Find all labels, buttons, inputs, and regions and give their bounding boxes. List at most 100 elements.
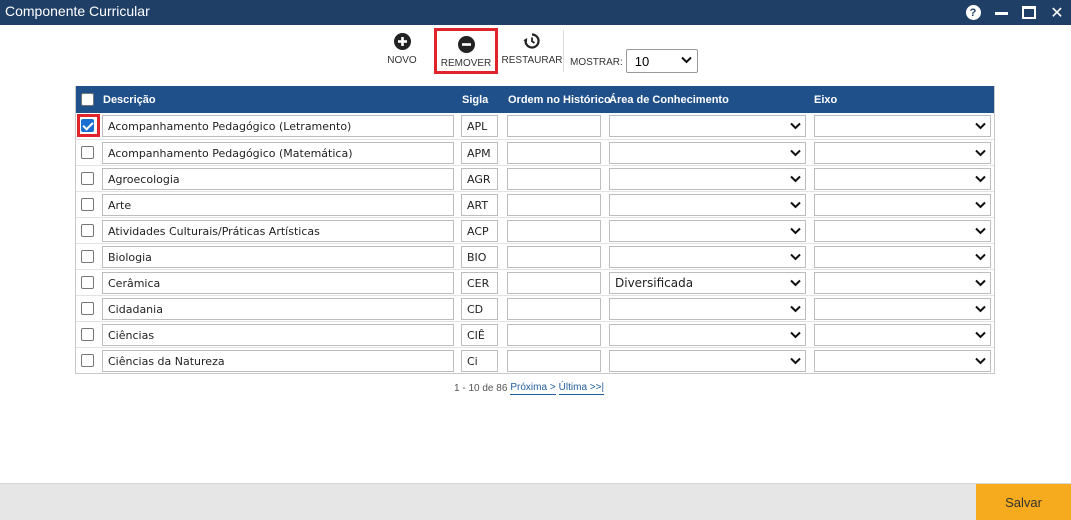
row-checkbox[interactable] bbox=[81, 302, 94, 315]
pagination: 1 - 10 de 86 Próxima > Última >>| bbox=[454, 382, 605, 395]
close-button[interactable]: ✕ bbox=[1043, 0, 1071, 25]
sigla-input[interactable]: CD bbox=[461, 298, 498, 320]
descricao-input[interactable]: Ciências da Natureza bbox=[102, 350, 454, 372]
sigla-input[interactable]: APL bbox=[461, 115, 498, 137]
table-row: Biologia BIO bbox=[76, 243, 994, 269]
ordem-input[interactable] bbox=[507, 220, 601, 242]
chevron-down-icon bbox=[975, 305, 986, 313]
maximize-icon bbox=[1022, 6, 1036, 19]
descricao-input[interactable]: Cerâmica bbox=[102, 272, 454, 294]
ordem-input[interactable] bbox=[507, 142, 601, 164]
eixo-select[interactable] bbox=[814, 272, 991, 294]
remove-circle-icon bbox=[457, 35, 475, 53]
chevron-down-icon bbox=[975, 279, 986, 287]
table-row: Cidadania CD bbox=[76, 295, 994, 321]
sigla-input[interactable]: ART bbox=[461, 194, 498, 216]
sigla-input[interactable]: AGR bbox=[461, 168, 498, 190]
table-row: Acompanhamento Pedagógico (Matemática) AP… bbox=[76, 139, 994, 165]
eixo-select[interactable] bbox=[814, 298, 991, 320]
select-all-checkbox[interactable] bbox=[81, 93, 94, 106]
table-row: Ciências CIÊ bbox=[76, 321, 994, 347]
eixo-select[interactable] bbox=[814, 350, 991, 372]
descricao-input[interactable]: Acompanhamento Pedagógico (Matemática) bbox=[102, 142, 454, 164]
eixo-select[interactable] bbox=[814, 115, 991, 137]
chevron-down-icon bbox=[975, 357, 986, 365]
help-button[interactable]: ? bbox=[959, 0, 987, 25]
maximize-button[interactable] bbox=[1015, 0, 1043, 25]
row-checkbox[interactable] bbox=[81, 328, 94, 341]
descricao-input[interactable]: Agroecologia bbox=[102, 168, 454, 190]
chevron-down-icon bbox=[975, 227, 986, 235]
row-checkbox[interactable] bbox=[81, 276, 94, 289]
eixo-select[interactable] bbox=[814, 194, 991, 216]
ordem-input[interactable] bbox=[507, 168, 601, 190]
row-checkbox[interactable] bbox=[81, 250, 94, 263]
chevron-down-icon bbox=[975, 331, 986, 339]
mostrar-label: MOSTRAR: bbox=[570, 56, 623, 68]
row-checkbox[interactable] bbox=[81, 146, 94, 159]
save-button[interactable]: Salvar bbox=[976, 484, 1071, 520]
area-select[interactable] bbox=[609, 324, 806, 346]
descricao-input[interactable]: Cidadania bbox=[102, 298, 454, 320]
remover-button[interactable]: REMOVER bbox=[434, 28, 498, 74]
page-size-value: 10 bbox=[634, 53, 650, 69]
page-size-select[interactable]: 10 bbox=[625, 49, 698, 73]
chevron-down-icon bbox=[975, 149, 986, 157]
row-checkbox[interactable] bbox=[81, 354, 94, 367]
table-row: Ciências da Natureza Ci bbox=[76, 347, 994, 373]
row-checkbox[interactable] bbox=[81, 119, 94, 132]
close-icon: ✕ bbox=[1050, 3, 1064, 22]
area-select[interactable] bbox=[609, 142, 806, 164]
area-select[interactable] bbox=[609, 246, 806, 268]
area-select[interactable] bbox=[609, 350, 806, 372]
descricao-input[interactable]: Atividades Culturais/Práticas Artísticas bbox=[102, 220, 454, 242]
eixo-select[interactable] bbox=[814, 246, 991, 268]
restaurar-button[interactable]: RESTAURAR bbox=[502, 30, 562, 66]
sigla-input[interactable]: ACP bbox=[461, 220, 498, 242]
eixo-select[interactable] bbox=[814, 324, 991, 346]
area-select[interactable] bbox=[609, 194, 806, 216]
ordem-input[interactable] bbox=[507, 324, 601, 346]
sigla-input[interactable]: APM bbox=[461, 142, 498, 164]
eixo-select[interactable] bbox=[814, 168, 991, 190]
row-checkbox[interactable] bbox=[81, 224, 94, 237]
last-page-link[interactable]: Última >>| bbox=[558, 382, 605, 395]
area-select[interactable] bbox=[609, 168, 806, 190]
ordem-input[interactable] bbox=[507, 194, 601, 216]
header-descricao: Descrição bbox=[103, 94, 156, 106]
descricao-input[interactable]: Acompanhamento Pedagógico (Letramento) bbox=[102, 115, 454, 137]
area-select[interactable] bbox=[609, 298, 806, 320]
novo-button[interactable]: NOVO bbox=[380, 30, 424, 66]
header-eixo: Eixo bbox=[814, 94, 838, 106]
table-header: Descrição Sigla Ordem no Histórico Área … bbox=[76, 86, 994, 113]
ordem-input[interactable] bbox=[507, 115, 601, 137]
window-title: Componente Curricular bbox=[5, 3, 150, 19]
descricao-input[interactable]: Arte bbox=[102, 194, 454, 216]
next-page-link[interactable]: Próxima > bbox=[510, 382, 556, 395]
row-checkbox[interactable] bbox=[81, 172, 94, 185]
ordem-input[interactable] bbox=[507, 246, 601, 268]
chevron-down-icon bbox=[790, 357, 801, 365]
ordem-input[interactable] bbox=[507, 350, 601, 372]
chevron-down-icon bbox=[790, 331, 801, 339]
chevron-down-icon bbox=[975, 253, 986, 261]
ordem-input[interactable] bbox=[507, 272, 601, 294]
ordem-input[interactable] bbox=[507, 298, 601, 320]
add-circle-icon bbox=[393, 32, 411, 50]
table-row: Acompanhamento Pedagógico (Letramento) AP… bbox=[76, 113, 994, 139]
sigla-input[interactable]: CIÊ bbox=[461, 324, 498, 346]
sigla-input[interactable]: CER bbox=[461, 272, 498, 294]
descricao-input[interactable]: Biologia bbox=[102, 246, 454, 268]
area-select[interactable] bbox=[609, 115, 806, 137]
sigla-input[interactable]: Ci bbox=[461, 350, 498, 372]
descricao-input[interactable]: Ciências bbox=[102, 324, 454, 346]
row-checkbox[interactable] bbox=[81, 198, 94, 211]
toolbar-divider bbox=[563, 30, 564, 72]
eixo-select[interactable] bbox=[814, 142, 991, 164]
area-select[interactable] bbox=[609, 220, 806, 242]
eixo-select[interactable] bbox=[814, 220, 991, 242]
minimize-button[interactable] bbox=[987, 0, 1015, 25]
minimize-icon bbox=[994, 12, 1008, 15]
area-select[interactable]: Diversificada bbox=[609, 272, 806, 294]
sigla-input[interactable]: BIO bbox=[461, 246, 498, 268]
